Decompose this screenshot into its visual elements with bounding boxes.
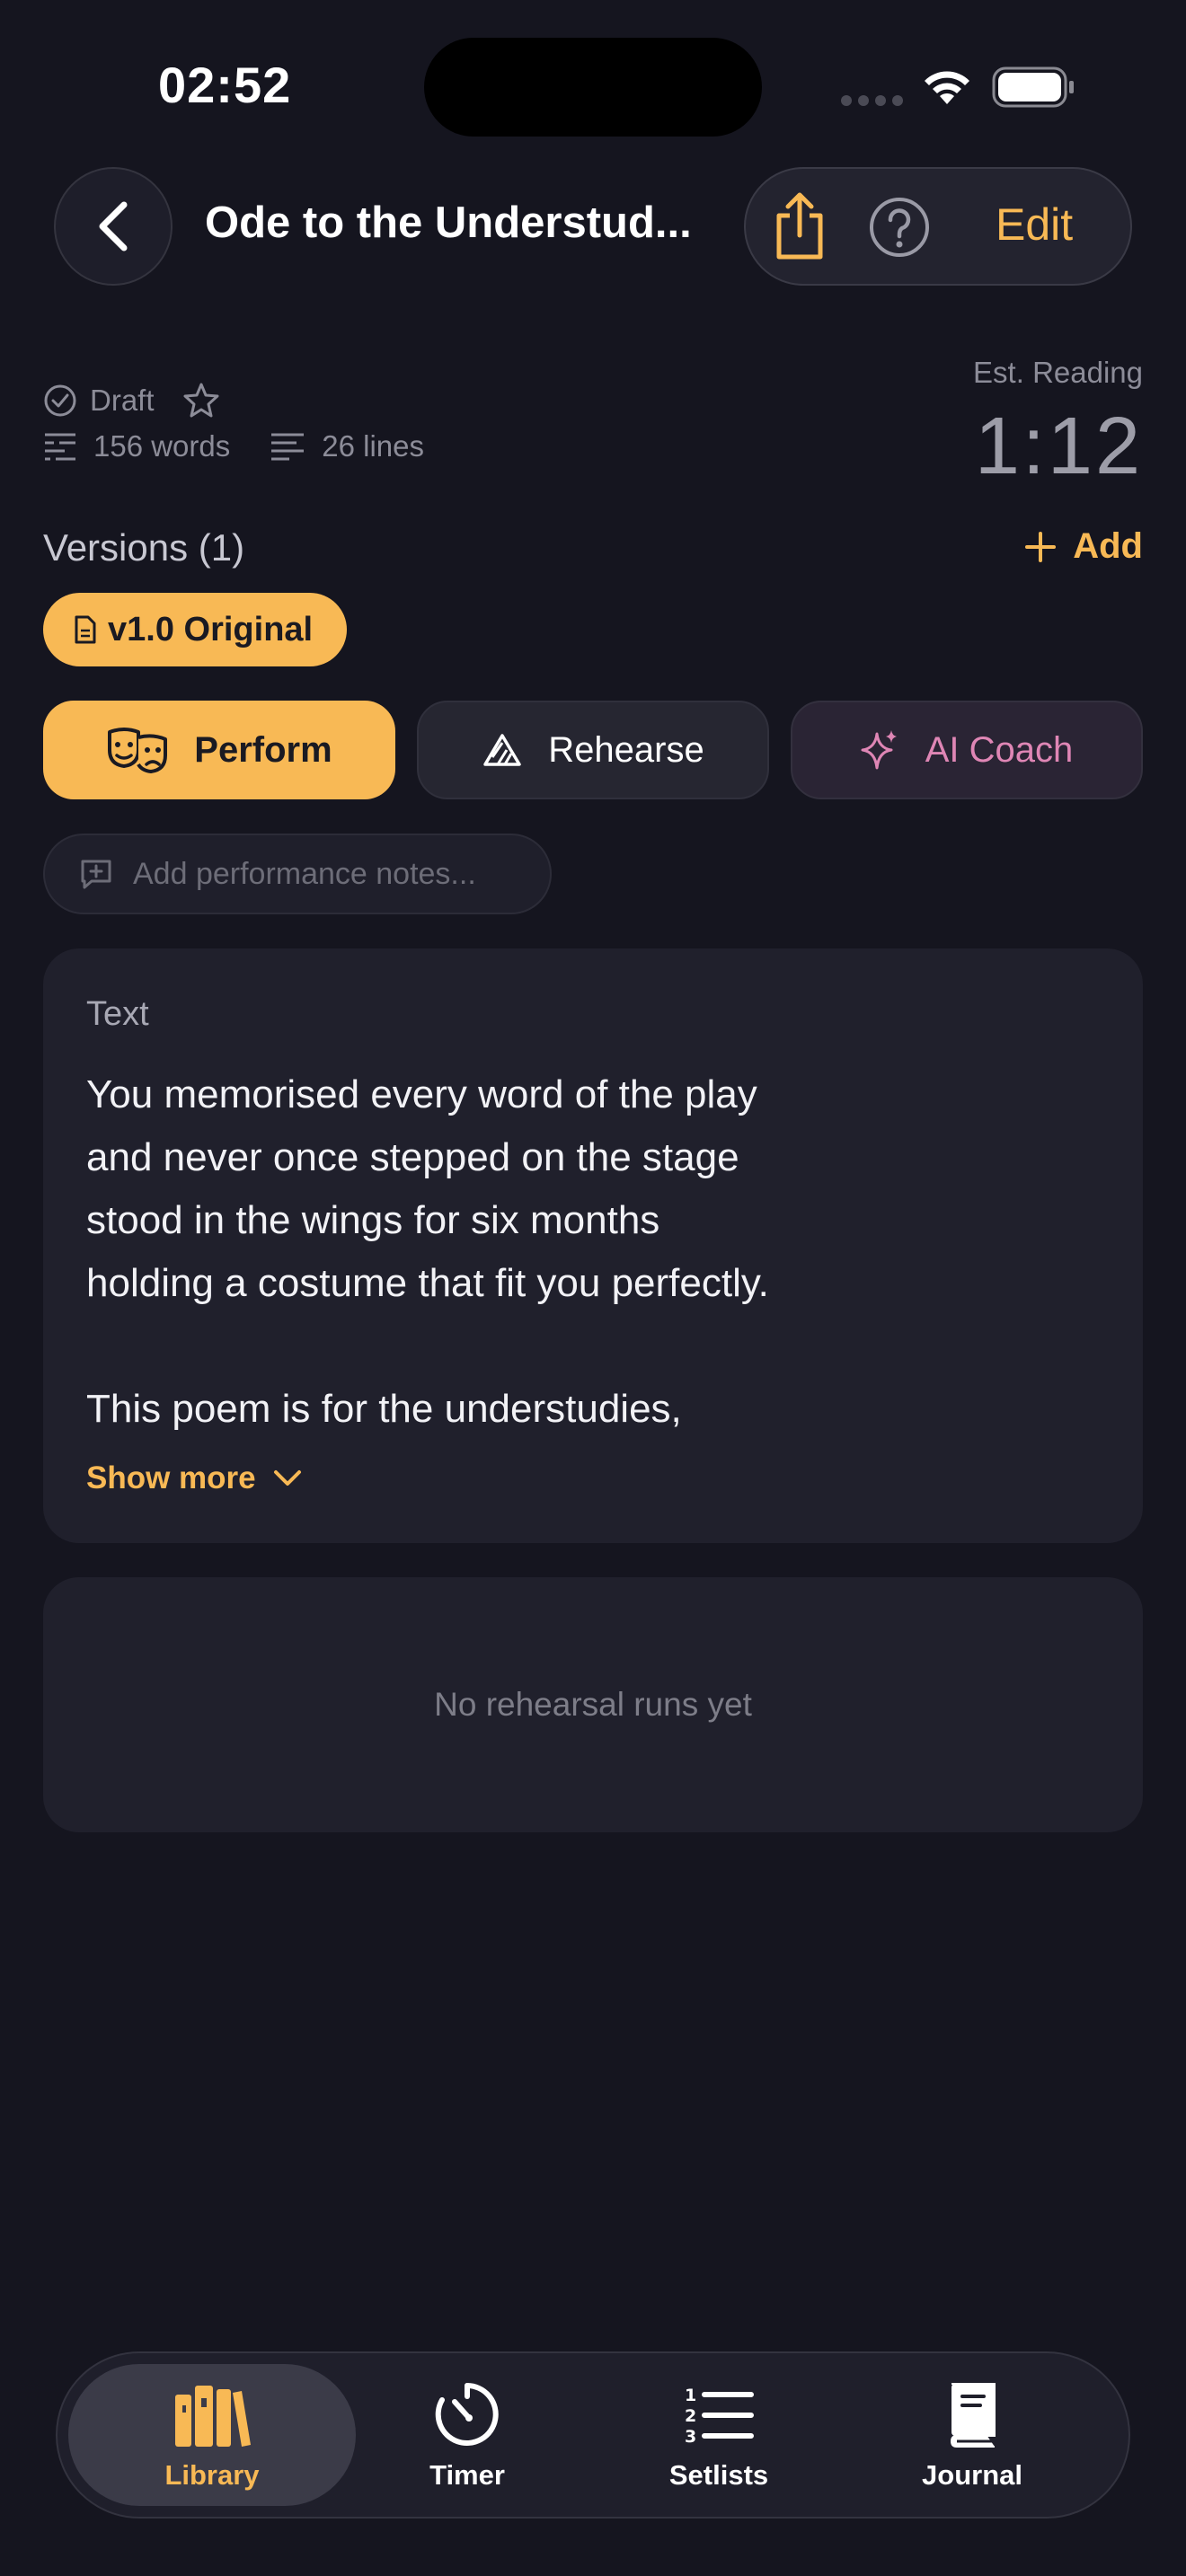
wifi-icon: [920, 65, 974, 108]
document-icon: [75, 615, 96, 644]
check-circle-icon: [44, 384, 76, 417]
add-version-label: Add: [1073, 526, 1143, 566]
share-icon: [776, 192, 823, 260]
tab-library-label: Library: [164, 2459, 260, 2491]
tab-setlists-label: Setlists: [668, 2459, 769, 2491]
sparkles-icon: [861, 730, 897, 770]
help-button[interactable]: [868, 196, 931, 259]
versions-title: Versions (1): [43, 526, 245, 569]
tab-setlists[interactable]: 1 2 3 Setlists: [611, 2378, 827, 2492]
svg-text:2: 2: [685, 2406, 696, 2426]
share-button[interactable]: [762, 189, 837, 264]
text-card-title: Text: [86, 995, 149, 1033]
status-time: 02:52: [158, 57, 292, 113]
chevron-left-icon: [99, 201, 128, 251]
page-title: Ode to the Understud...: [205, 198, 692, 247]
dynamic-island: [424, 38, 762, 137]
stage-icon: [483, 734, 522, 766]
perform-label: Perform: [194, 729, 332, 770]
word-count: 156 words: [93, 429, 231, 463]
est-reading-value: 1:12: [974, 401, 1143, 491]
tab-journal[interactable]: Journal: [864, 2378, 1080, 2492]
plus-icon: [1025, 531, 1057, 562]
show-more-label: Show more: [86, 1460, 256, 1495]
theater-masks-icon: [108, 728, 168, 773]
timer-icon: [435, 2383, 499, 2446]
journal-book-icon: [950, 2383, 996, 2448]
books-icon: [175, 2386, 251, 2447]
battery-icon: [992, 66, 1076, 108]
star-icon[interactable]: [181, 381, 221, 420]
poem-line: You memorised every word of the play: [86, 1072, 757, 1116]
add-version-button[interactable]: Add: [1024, 526, 1143, 567]
perform-button[interactable]: Perform: [43, 701, 395, 799]
version-chip-label: v1.0 Original: [108, 610, 314, 648]
lines-icon: [271, 433, 305, 461]
stats-row: 156 words 26 lines: [43, 429, 424, 463]
back-button[interactable]: [54, 167, 173, 286]
show-more-button[interactable]: Show more: [86, 1460, 303, 1496]
empty-state-text: No rehearsal runs yet: [434, 1686, 752, 1723]
rehearse-button[interactable]: Rehearse: [417, 701, 769, 799]
add-comment-icon: [81, 860, 111, 889]
rehearsal-runs-card: No rehearsal runs yet: [43, 1577, 1143, 1832]
rehearse-label: Rehearse: [548, 729, 704, 770]
add-notes-button[interactable]: Add performance notes...: [43, 834, 552, 914]
chevron-down-icon: [273, 1470, 301, 1486]
est-reading-label: Est. Reading: [973, 356, 1143, 389]
text-format-icon: [45, 433, 75, 461]
svg-text:1: 1: [685, 2386, 696, 2405]
ai-coach-label: AI Coach: [925, 729, 1074, 770]
tab-timer-label: Timer: [429, 2459, 505, 2491]
status-row: Draft: [43, 381, 221, 420]
poem-line: [86, 1315, 985, 1378]
cellular-signal-icon: [841, 95, 903, 106]
poem-line: and never once stepped on the stage: [86, 1135, 739, 1179]
poem-text: You memorised every word of the play and…: [86, 1063, 985, 1441]
edit-button[interactable]: Edit: [996, 198, 1073, 251]
svg-text:3: 3: [685, 2427, 696, 2444]
poem-line: holding a costume that fit you perfectly…: [86, 1261, 769, 1305]
poem-line: stood in the wings for six months: [86, 1198, 660, 1242]
tab-library[interactable]: Library: [104, 2378, 320, 2492]
tab-timer[interactable]: Timer: [359, 2378, 575, 2492]
numbered-list-icon: 1 2 3: [685, 2386, 754, 2444]
question-circle-icon: [870, 198, 929, 257]
line-count: 26 lines: [322, 429, 425, 463]
poem-line: This poem is for the understudies,: [86, 1387, 682, 1431]
notes-placeholder: Add performance notes...: [133, 856, 476, 891]
tab-journal-label: Journal: [922, 2459, 1022, 2491]
version-chip[interactable]: v1.0 Original: [43, 593, 348, 666]
status-badge: Draft: [90, 384, 155, 417]
ai-coach-button[interactable]: AI Coach: [791, 701, 1143, 799]
